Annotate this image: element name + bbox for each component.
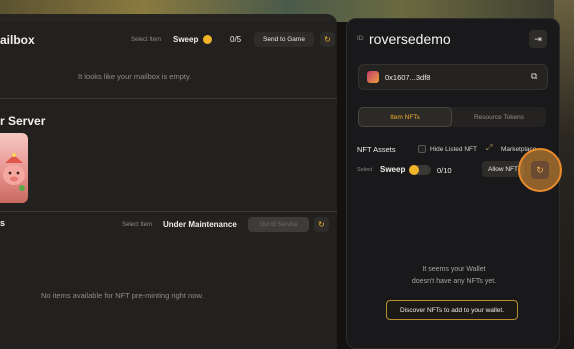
wallet-empty-line1: It seems your Wallet [422, 266, 486, 273]
preminting-title: s [0, 218, 6, 228]
section-divider [0, 211, 337, 212]
mailbox-count: 0/5 [230, 35, 242, 44]
mailbox-select-value[interactable]: Sweep [173, 35, 198, 44]
wallet-empty-line2: doesn't have any NFTs yet. [411, 278, 497, 285]
select-label: Select [357, 167, 373, 173]
select-count: 0/10 [437, 166, 452, 175]
mailbox-empty-message: It looks like your mailbox is empty. [78, 72, 192, 81]
select-value: Sweep [380, 165, 406, 174]
logout-icon[interactable]: ⇥ [529, 30, 547, 48]
mailbox-title: ailbox [0, 33, 35, 47]
left-panel: ailbox Select Item Sweep 0/5 Send to Gam… [0, 14, 337, 349]
preminting-empty-message: No items available for NFT pre-minting r… [41, 291, 204, 300]
id-prefix: ID: [357, 36, 365, 42]
select-toggle[interactable] [409, 165, 431, 175]
server-title: r Server [0, 114, 46, 128]
tab-item-nfts[interactable]: Item NFTs [358, 107, 452, 127]
copy-icon[interactable]: ⧉ [531, 71, 537, 82]
discover-nfts-button[interactable]: Discover NFTs to add to your wallet. [386, 300, 518, 320]
preminting-refresh-icon[interactable]: ↻ [314, 217, 329, 232]
preminting-select-label: Select Item [122, 222, 153, 228]
wallet-avatar [367, 71, 379, 83]
section-divider [0, 98, 337, 99]
tab-resource-tokens[interactable]: Resource Tokens [452, 107, 546, 127]
username: roversedemo [369, 31, 451, 47]
wallet-refresh-icon[interactable]: ↻ [531, 161, 549, 179]
mailbox-refresh-icon[interactable]: ↻ [320, 32, 335, 47]
wallet-address-box: 0x1607...3df8 ⧉ [358, 64, 548, 90]
hide-listed-label: Hide Listed NFT [430, 146, 477, 153]
marketplace-icon: ⤢ [486, 143, 493, 152]
hide-listed-checkbox[interactable] [418, 145, 426, 153]
mailbox-select-toggle[interactable] [203, 35, 212, 44]
mailbox-select-label: Select Item [131, 37, 162, 43]
nft-tabs: Item NFTs Resource Tokens [358, 107, 546, 127]
preminting-select-value[interactable]: Under Maintenance [163, 220, 237, 229]
wallet-address: 0x1607...3df8 [385, 73, 431, 82]
pig-character-image [3, 153, 25, 191]
out-of-service-button[interactable]: Out of Service [248, 217, 309, 232]
nft-item-card[interactable] [0, 133, 28, 203]
nft-assets-label: NFT Assets [357, 145, 396, 154]
send-to-game-button[interactable]: Send to Game [254, 32, 314, 47]
